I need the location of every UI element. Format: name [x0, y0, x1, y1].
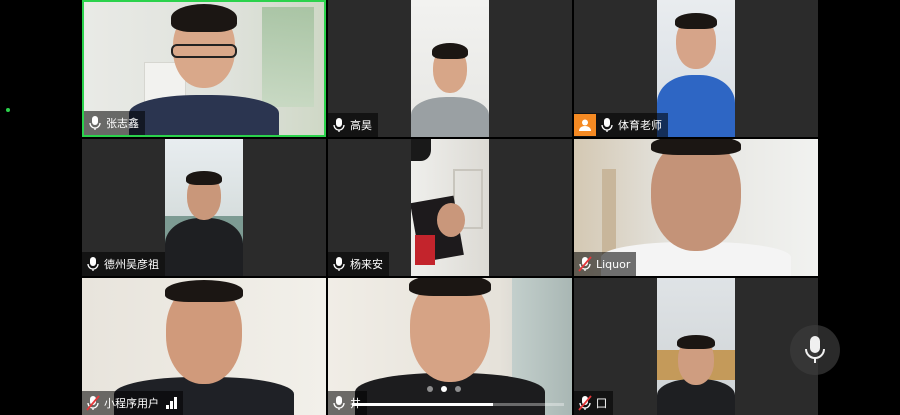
signal-strength-icon — [166, 397, 177, 409]
page-dot[interactable] — [455, 386, 461, 392]
participant-name: 高昊 — [350, 119, 372, 132]
participant-name: Liquor — [596, 257, 631, 271]
microphone-muted-icon — [86, 395, 100, 411]
page-dot-active[interactable] — [441, 386, 447, 392]
participant-name: 小程序用户 — [104, 397, 159, 410]
status-dot — [6, 108, 10, 112]
microphone-icon — [333, 257, 345, 271]
scroll-bar-thumb[interactable] — [352, 403, 494, 406]
microphone-icon — [87, 257, 99, 271]
video-feed — [411, 0, 489, 137]
microphone-muted-icon — [578, 395, 592, 411]
participant-tile-9[interactable]: 囗 — [574, 278, 818, 415]
participant-tile-8[interactable]: 井 — [328, 278, 572, 415]
participant-tile-3[interactable]: 体育老师 — [574, 0, 818, 137]
video-feed — [657, 0, 735, 137]
scroll-bar[interactable] — [352, 403, 564, 406]
floating-microphone-button[interactable] — [790, 325, 840, 375]
video-feed — [165, 139, 243, 276]
participant-tile-6[interactable]: Liquor — [574, 139, 818, 276]
microphone-icon — [805, 336, 825, 363]
participant-label: 小程序用户 — [82, 391, 183, 415]
participant-tile-4[interactable]: 德州吴彦祖 — [82, 139, 326, 276]
video-feed — [411, 139, 489, 276]
participant-tile-7[interactable]: 小程序用户 — [82, 278, 326, 415]
page-dot[interactable] — [427, 386, 433, 392]
video-feed — [657, 278, 735, 415]
microphone-muted-icon — [578, 256, 592, 272]
participant-name: 德州吴彦祖 — [104, 258, 159, 271]
participant-label: Liquor — [574, 252, 637, 276]
participant-label: 德州吴彦祖 — [82, 252, 165, 276]
microphone-icon — [333, 118, 345, 132]
participant-label: 体育老师 — [574, 113, 668, 137]
participant-tile-2[interactable]: 高昊 — [328, 0, 572, 137]
microphone-icon — [89, 116, 101, 130]
participant-label: 高昊 — [328, 113, 378, 137]
participant-label: 杨来安 — [328, 252, 389, 276]
page-indicator[interactable] — [427, 386, 461, 392]
video-grid: 张志鑫 高昊 体育老师 德州吴彦祖 杨来安 Liquor 小程序用户 囗 — [82, 0, 818, 415]
participant-label: 张志鑫 — [84, 111, 145, 135]
microphone-icon — [333, 396, 345, 410]
participant-tile-5[interactable]: 杨来安 — [328, 139, 572, 276]
participant-name: 杨来安 — [350, 258, 383, 271]
participant-name: 囗 — [596, 397, 607, 410]
participant-name: 张志鑫 — [106, 117, 139, 130]
participant-name: 体育老师 — [618, 119, 662, 132]
microphone-icon — [601, 118, 613, 132]
person-badge-icon — [574, 114, 596, 136]
participant-label: 囗 — [574, 391, 613, 415]
participant-tile-1[interactable]: 张志鑫 — [82, 0, 326, 137]
